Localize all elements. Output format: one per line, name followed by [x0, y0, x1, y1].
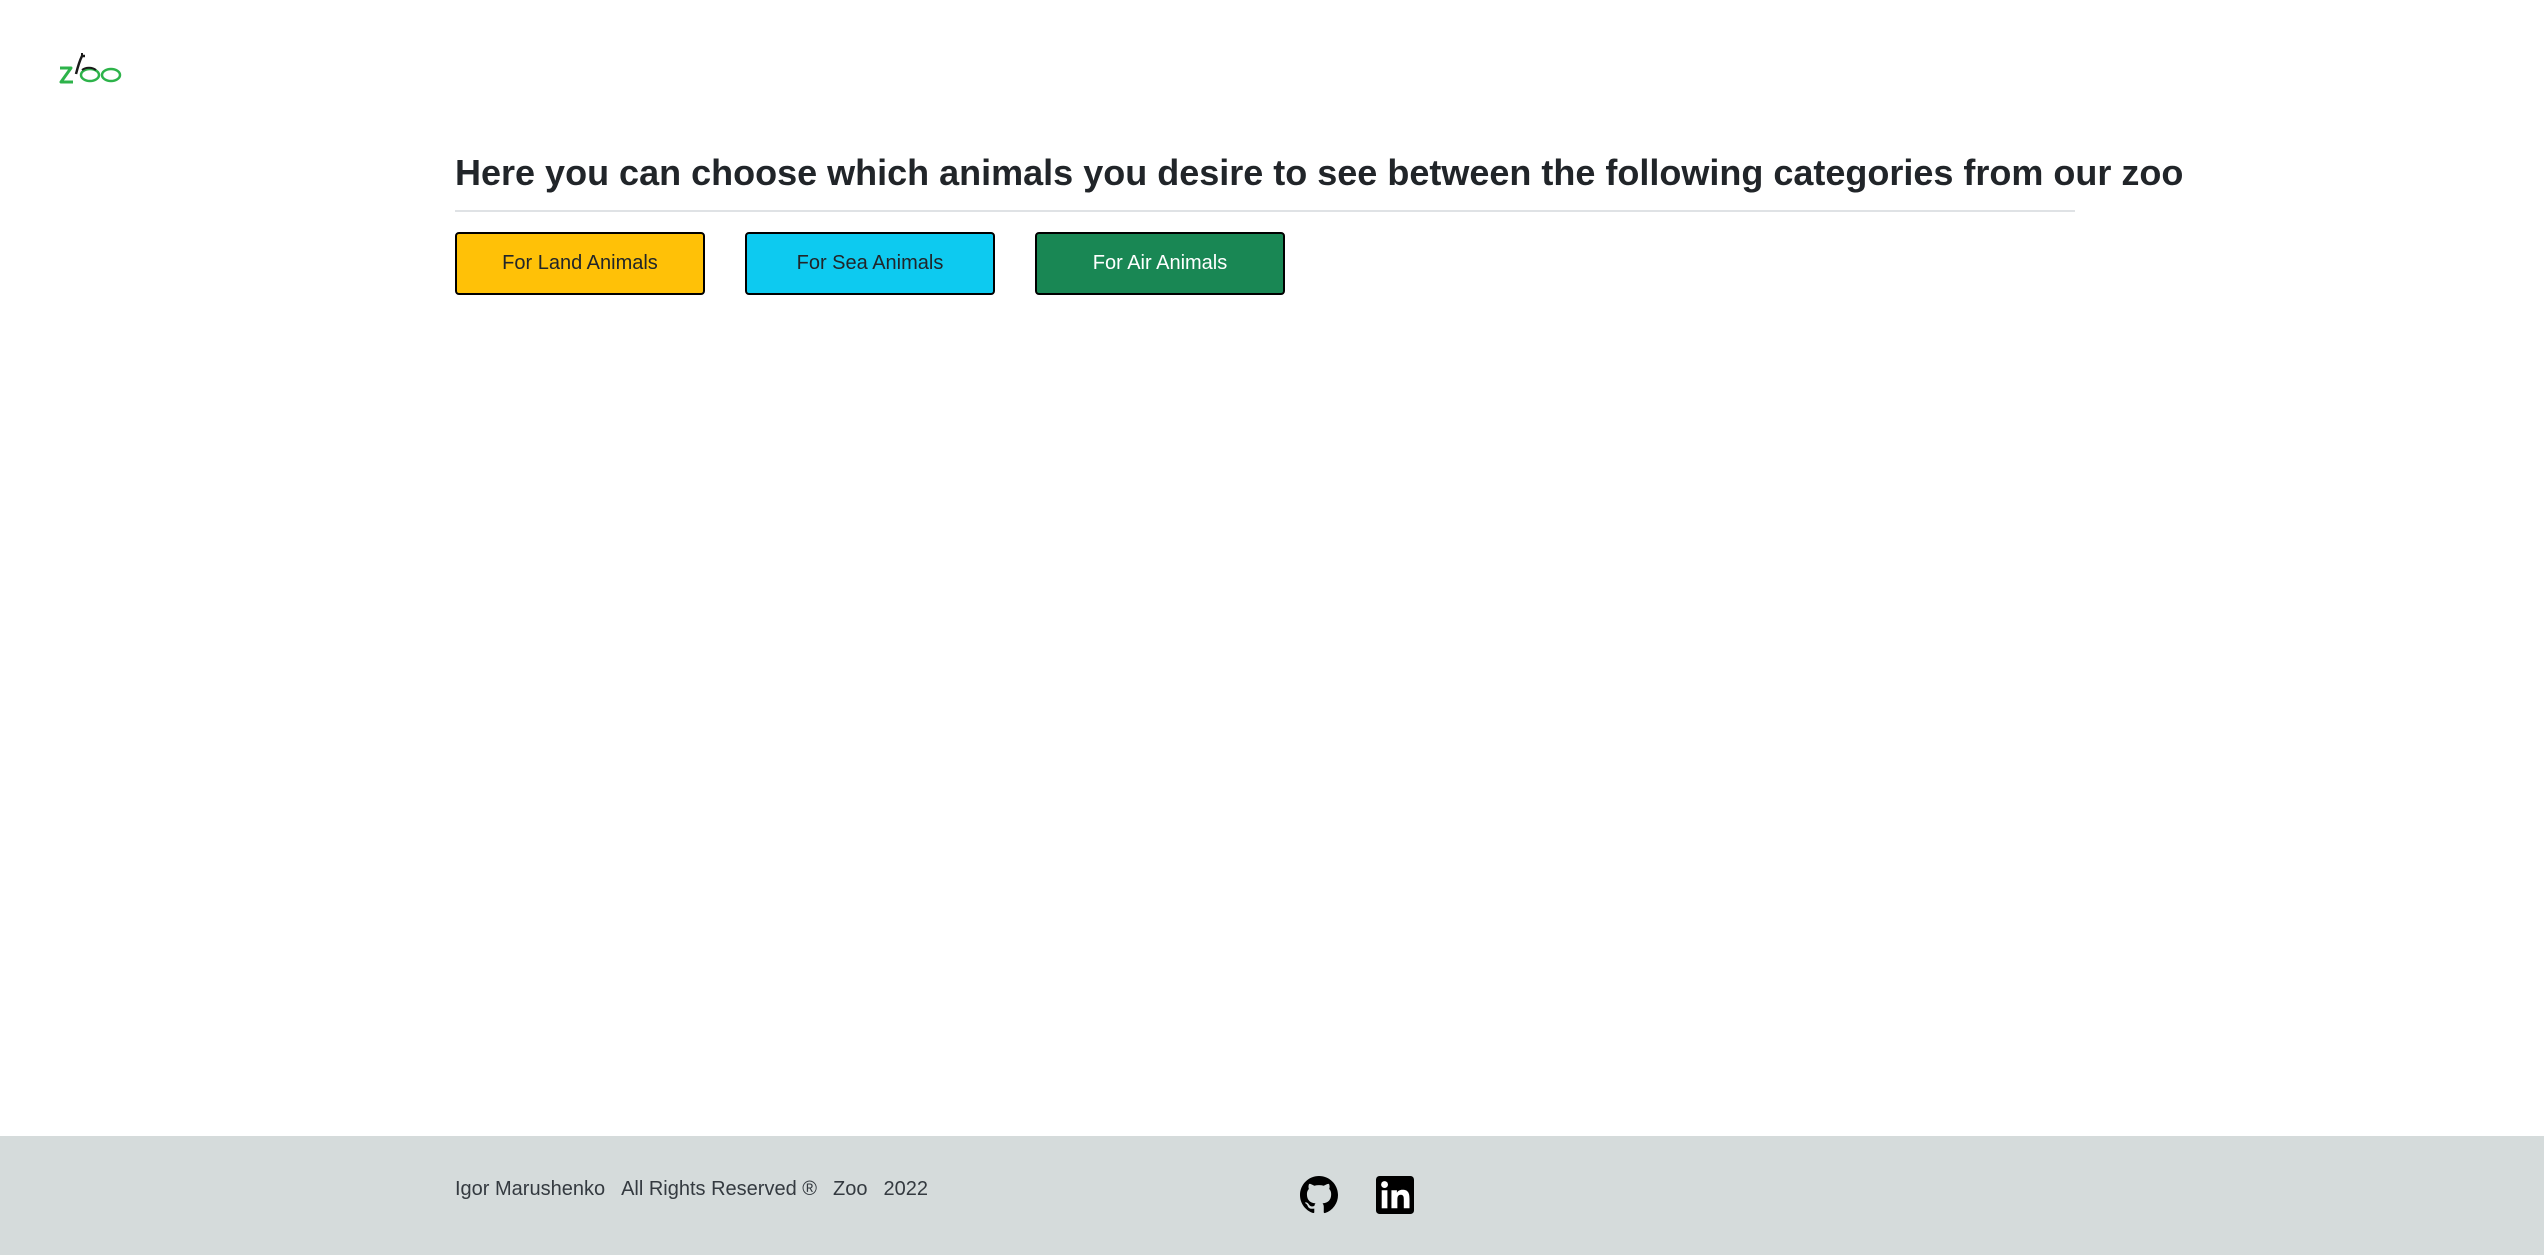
linkedin-link[interactable]: [1376, 1176, 1414, 1214]
page-title: Here you can choose which animals you de…: [455, 152, 2184, 193]
land-animals-button[interactable]: For Land Animals: [455, 232, 705, 295]
footer: Igor Marushenko All Rights Reserved ® Zo…: [0, 1136, 2544, 1255]
zoo-logo-link[interactable]: [58, 52, 128, 88]
github-icon: [1300, 1176, 1338, 1214]
sea-animals-button[interactable]: For Sea Animals: [745, 232, 995, 295]
title-divider: [455, 210, 2075, 212]
footer-site: Zoo: [833, 1178, 868, 1200]
github-link[interactable]: [1300, 1176, 1338, 1214]
air-animals-button[interactable]: For Air Animals: [1035, 232, 1285, 295]
zoo-logo-icon: [59, 53, 122, 84]
page: Here you can choose which animals you de…: [0, 0, 2544, 1255]
footer-rights: All Rights Reserved ®: [621, 1178, 817, 1200]
social-links: [1300, 1176, 1414, 1214]
category-buttons: For Land Animals For Sea Animals For Air…: [455, 232, 2075, 295]
footer-author: Igor Marushenko: [455, 1178, 606, 1200]
linkedin-icon: [1376, 1176, 1414, 1214]
main-content: Here you can choose which animals you de…: [455, 140, 2184, 295]
footer-year: 2022: [883, 1178, 928, 1200]
footer-credits: Igor Marushenko All Rights Reserved ® Zo…: [455, 1178, 928, 1201]
